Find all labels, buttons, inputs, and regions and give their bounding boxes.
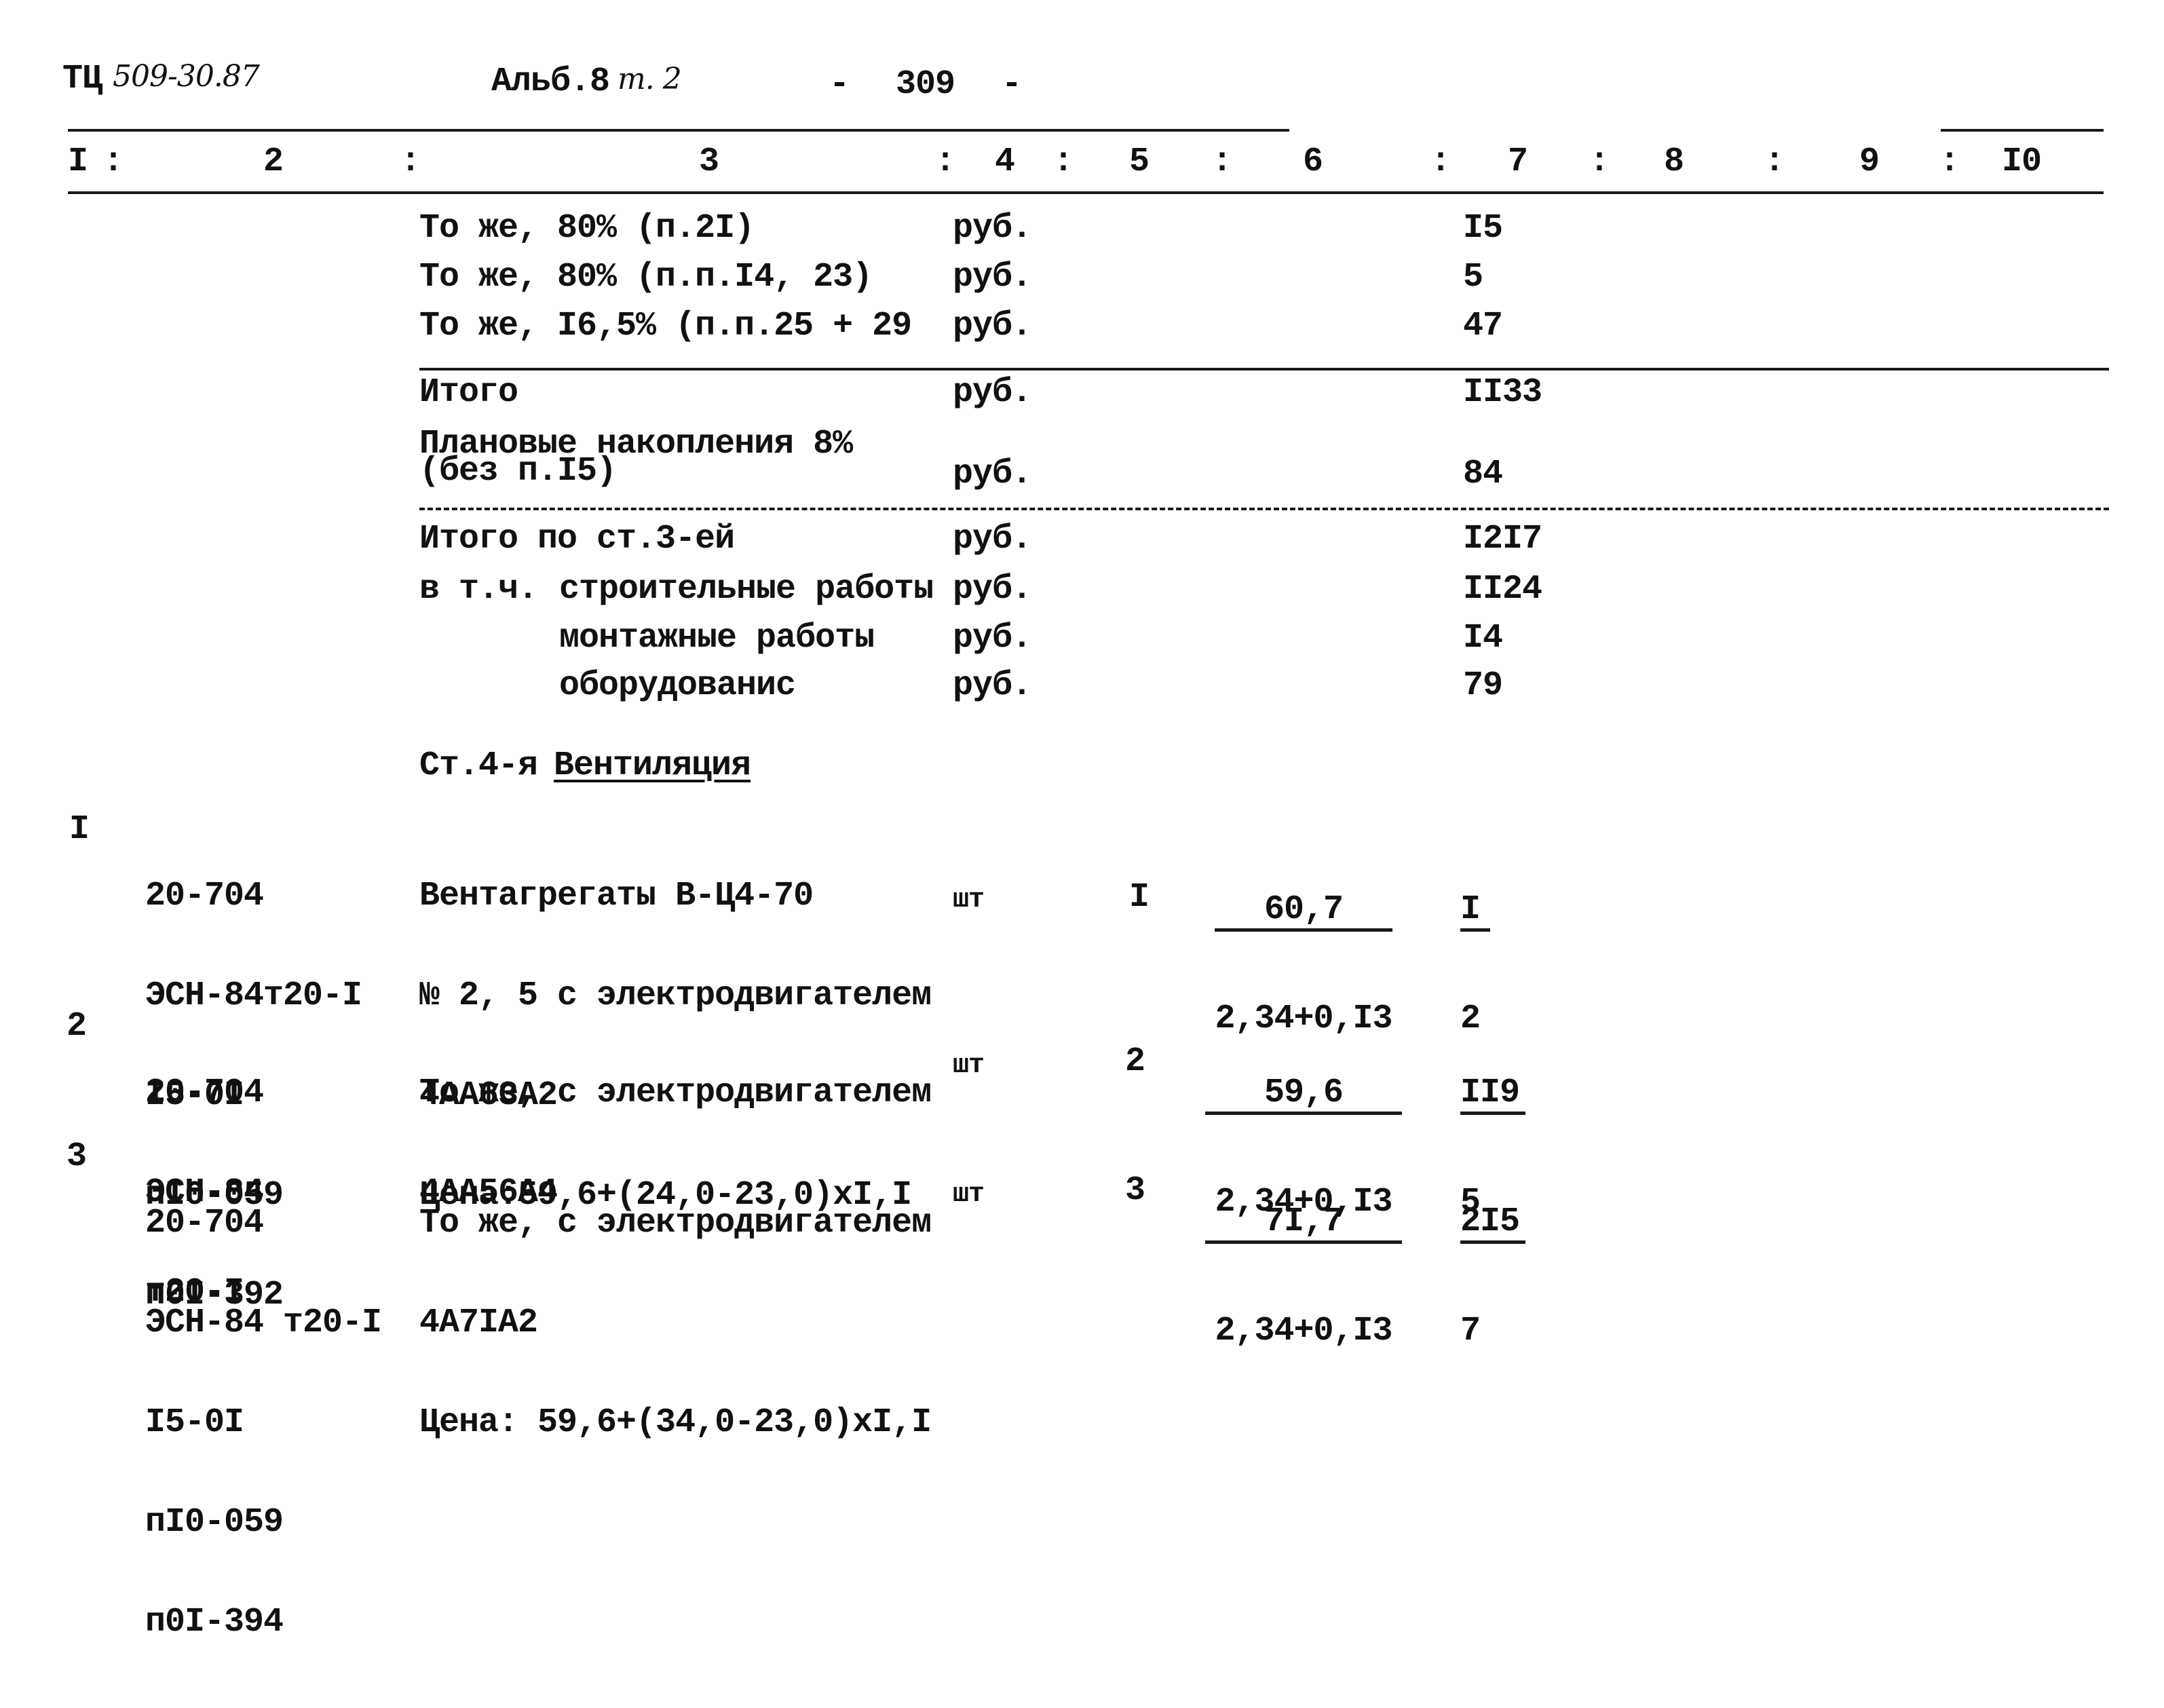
- item-number: 2: [67, 1007, 87, 1046]
- table-header-bottom-rule: [68, 191, 2104, 194]
- column-separator: :: [1053, 143, 1074, 181]
- item-code: 20-704: [145, 1204, 264, 1242]
- column-separator: :: [1589, 143, 1610, 181]
- row-prefix: в т.ч.: [419, 570, 538, 609]
- item-number: I: [69, 810, 90, 849]
- row-col7-value: II24: [1463, 570, 1542, 609]
- row-description: Итого: [419, 373, 518, 412]
- row-col7-value: 5: [1463, 258, 1483, 297]
- section-title: Вентиляция: [554, 746, 751, 785]
- column-separator: :: [400, 143, 421, 181]
- item-code: 20-704: [145, 877, 264, 915]
- row-unit: руб.: [953, 455, 1032, 493]
- total-numerator: 2I5: [1460, 1205, 1525, 1244]
- row-col7-value: 79: [1463, 666, 1503, 705]
- column-header-6: 6: [1303, 143, 1323, 181]
- item-code: ЭСН-84 т20-I: [145, 1304, 382, 1342]
- description-line: То же, с электродвигателем: [419, 1204, 932, 1242]
- item-code: п0I-394: [145, 1603, 284, 1641]
- row-description: То же, I6,5% (п.п.25 + 29: [419, 307, 912, 345]
- item-code: пI0-059: [145, 1503, 284, 1542]
- section-prefix: Ст.4-я: [419, 746, 538, 785]
- column-separator: :: [1212, 143, 1232, 181]
- row-description: строительные работы: [559, 570, 934, 609]
- column-separator: :: [1939, 143, 1960, 181]
- row-col7-value: 84: [1463, 455, 1503, 493]
- item-code: ЭСН-84т20-I: [145, 976, 362, 1015]
- item-quantity: I: [1129, 878, 1150, 917]
- description-line: Цена: 59,6+(34,0-23,0)xI,I: [419, 1403, 932, 1442]
- price-denominator: 2,34+0,I3: [1215, 1312, 1392, 1350]
- row-description: То же, 80% (п.п.I4, 23): [419, 258, 873, 297]
- price-numerator: 7I,7: [1205, 1205, 1402, 1244]
- row-unit: руб.: [953, 209, 1032, 248]
- row-unit: руб.: [953, 570, 1032, 609]
- subtotal-rule: [419, 368, 2109, 371]
- row-description-line2: (без п.I5): [419, 452, 617, 491]
- total-denominator: 7: [1460, 1312, 1481, 1350]
- row-col7-value: I5: [1463, 209, 1503, 248]
- album-label: Альб.8: [491, 62, 610, 101]
- row-unit: руб.: [953, 619, 1032, 658]
- item-unit: шт: [953, 885, 985, 915]
- row-col7-value: 47: [1463, 307, 1503, 345]
- total-numerator: I: [1460, 893, 1490, 932]
- total-dashed-rule: [419, 508, 2109, 510]
- item-unit: шт: [953, 1050, 985, 1081]
- column-header-1: I: [68, 143, 88, 181]
- description-line: 4А7IА2: [419, 1304, 538, 1342]
- row-col7-value: II33: [1463, 373, 1542, 412]
- document-code-prefix: ТЦ: [62, 60, 102, 98]
- row-description: оборудованис: [559, 666, 796, 705]
- price-numerator: 60,7: [1215, 893, 1392, 932]
- item-codes: 20-704 ЭСН-84 т20-I I5-0I пI0-059 п0I-39…: [145, 1140, 382, 1705]
- description-line: Вентагрегаты В-Ц4-70: [419, 877, 814, 915]
- page-number: - 309 -: [829, 65, 1022, 104]
- column-header-7: 7: [1508, 143, 1528, 181]
- row-description: Итого по ст.3-ей: [419, 520, 735, 558]
- album-part-handwritten: т. 2: [618, 62, 682, 96]
- item-total-fraction: 2I5 7: [1460, 1137, 1525, 1416]
- table-top-rule-right: [1941, 129, 2104, 132]
- row-description: То же, 80% (п.2I): [419, 209, 755, 248]
- item-number: 3: [67, 1137, 87, 1176]
- item-description: То же, с электродвигателем 4А7IА2 Цена: …: [419, 1140, 932, 1506]
- item-code: I5-0I: [145, 1403, 244, 1442]
- row-col7-value: I4: [1463, 619, 1503, 658]
- row-unit: руб.: [953, 307, 1032, 345]
- row-unit: руб.: [953, 666, 1032, 705]
- item-unit: шт: [953, 1179, 985, 1210]
- column-header-4: 4: [995, 143, 1015, 181]
- row-description: монтажные работы: [559, 619, 875, 658]
- column-header-10: I0: [2002, 143, 2042, 181]
- row-unit: руб.: [953, 373, 1032, 412]
- item-code: 20-704: [145, 1074, 264, 1112]
- column-separator: :: [1764, 143, 1785, 181]
- document-code-handwritten: 509-30.87: [113, 59, 260, 94]
- column-header-3: 3: [699, 143, 719, 181]
- column-header-8: 8: [1664, 143, 1684, 181]
- column-separator: :: [935, 143, 955, 181]
- description-line: № 2, 5 с электродвигателем: [419, 976, 932, 1015]
- table-top-rule: [68, 129, 1289, 132]
- column-header-2: 2: [263, 143, 284, 181]
- column-separator: :: [103, 143, 124, 181]
- total-numerator: II9: [1460, 1076, 1525, 1115]
- column-header-5: 5: [1129, 143, 1150, 181]
- column-separator: :: [1430, 143, 1451, 181]
- row-unit: руб.: [953, 520, 1032, 558]
- price-numerator: 59,6: [1205, 1076, 1402, 1115]
- row-col7-value: I2I7: [1463, 520, 1542, 558]
- item-quantity: 2: [1125, 1042, 1145, 1081]
- row-unit: руб.: [953, 258, 1032, 297]
- column-header-9: 9: [1859, 143, 1880, 181]
- item-quantity: 3: [1125, 1171, 1145, 1210]
- item-unit-price-fraction: 7I,7 2,34+0,I3: [1205, 1137, 1402, 1416]
- description-line: То же, с электродвигателем: [419, 1074, 932, 1112]
